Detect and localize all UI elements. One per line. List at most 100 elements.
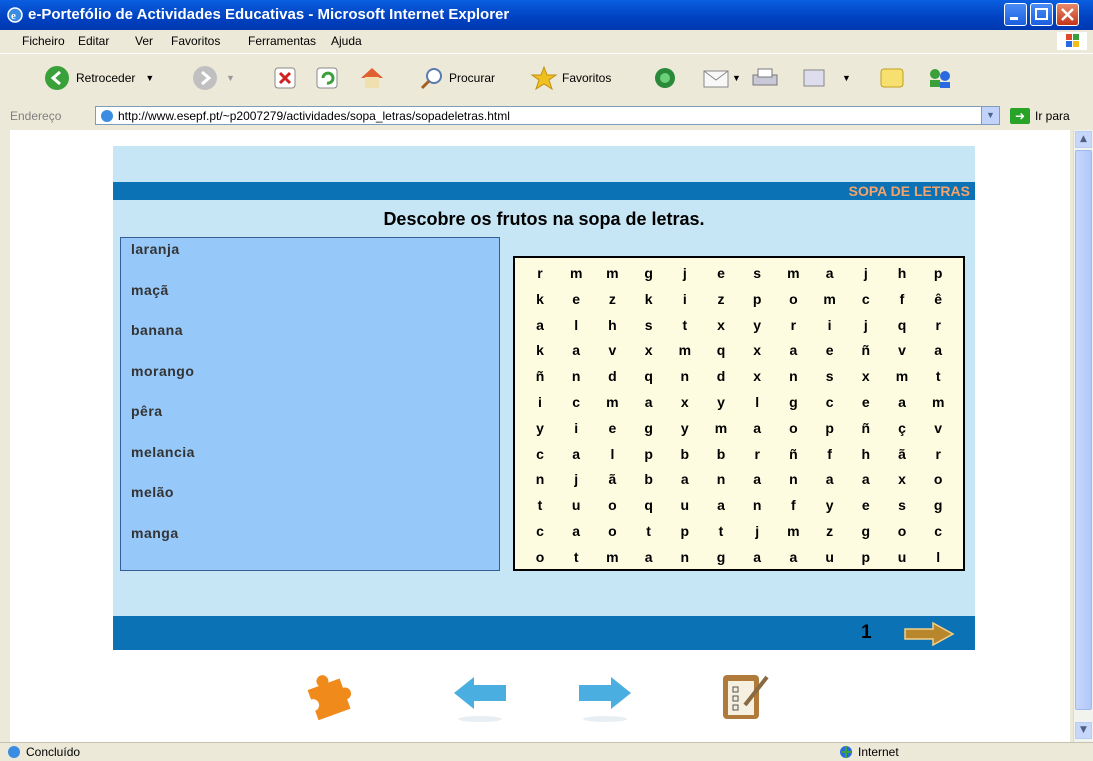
grid-letter[interactable]: o (599, 523, 625, 539)
grid-letter[interactable]: x (708, 317, 734, 333)
grid-letter[interactable]: t (708, 523, 734, 539)
grid-letter[interactable]: e (817, 342, 843, 358)
search-button[interactable]: Procurar (419, 64, 495, 92)
grid-letter[interactable]: g (780, 394, 806, 410)
grid-letter[interactable]: a (672, 471, 698, 487)
grid-letter[interactable]: o (780, 291, 806, 307)
grid-letter[interactable]: x (853, 368, 879, 384)
grid-letter[interactable]: g (708, 549, 734, 565)
grid-letter[interactable]: y (672, 420, 698, 436)
grid-letter[interactable]: k (636, 291, 662, 307)
grid-letter[interactable]: j (853, 317, 879, 333)
grid-letter[interactable]: m (599, 265, 625, 281)
grid-letter[interactable]: r (925, 317, 951, 333)
grid-letter[interactable]: a (708, 497, 734, 513)
go-arrow-icon[interactable]: ➜ (1010, 108, 1030, 124)
stop-button[interactable] (273, 64, 297, 92)
grid-letter[interactable]: m (817, 291, 843, 307)
grid-letter[interactable]: t (925, 368, 951, 384)
scroll-up-icon[interactable]: ▲ (1075, 131, 1092, 148)
grid-letter[interactable]: m (599, 549, 625, 565)
grid-letter[interactable]: t (672, 317, 698, 333)
grid-letter[interactable]: n (672, 549, 698, 565)
grid-letter[interactable]: q (636, 368, 662, 384)
grid-letter[interactable]: l (744, 394, 770, 410)
grid-letter[interactable]: n (744, 497, 770, 513)
next-arrow-icon[interactable] (903, 621, 955, 647)
mail-button[interactable]: ▼ (702, 64, 741, 92)
grid-letter[interactable]: ã (889, 446, 915, 462)
grid-letter[interactable]: a (636, 549, 662, 565)
menu-ver[interactable]: Ver (135, 34, 153, 48)
grid-letter[interactable]: a (744, 420, 770, 436)
grid-letter[interactable]: e (853, 497, 879, 513)
arrow-right-icon[interactable] (575, 665, 635, 725)
grid-letter[interactable]: c (563, 394, 589, 410)
grid-letter[interactable]: s (817, 368, 843, 384)
grid-letter[interactable]: h (853, 446, 879, 462)
grid-letter[interactable]: f (817, 446, 843, 462)
grid-letter[interactable]: d (708, 368, 734, 384)
home-button[interactable] (358, 64, 386, 92)
refresh-button[interactable] (315, 64, 339, 92)
grid-letter[interactable]: ê (925, 291, 951, 307)
grid-letter[interactable]: x (636, 342, 662, 358)
grid-letter[interactable]: m (780, 523, 806, 539)
grid-letter[interactable]: x (889, 471, 915, 487)
scroll-down-icon[interactable]: ▼ (1075, 722, 1092, 739)
grid-letter[interactable]: b (636, 471, 662, 487)
grid-letter[interactable]: r (527, 265, 553, 281)
favorites-button[interactable]: Favoritos (530, 64, 611, 92)
grid-letter[interactable]: o (780, 420, 806, 436)
grid-letter[interactable]: g (636, 420, 662, 436)
grid-letter[interactable]: k (527, 342, 553, 358)
grid-letter[interactable]: p (636, 446, 662, 462)
grid-letter[interactable]: c (527, 523, 553, 539)
grid-letter[interactable]: p (817, 420, 843, 436)
grid-letter[interactable]: g (925, 497, 951, 513)
grid-letter[interactable]: a (780, 549, 806, 565)
grid-letter[interactable]: a (744, 549, 770, 565)
go-button[interactable]: Ir para (1035, 109, 1070, 123)
clipboard-icon[interactable] (715, 665, 775, 725)
grid-letter[interactable]: b (672, 446, 698, 462)
grid-letter[interactable]: j (563, 471, 589, 487)
grid-letter[interactable]: o (925, 471, 951, 487)
menu-ferramentas[interactable]: Ferramentas (248, 34, 316, 48)
grid-letter[interactable]: j (744, 523, 770, 539)
grid-letter[interactable]: v (925, 420, 951, 436)
grid-letter[interactable]: m (925, 394, 951, 410)
puzzle-icon[interactable] (300, 665, 360, 725)
media-button[interactable] (651, 64, 679, 92)
grid-letter[interactable]: t (636, 523, 662, 539)
back-button[interactable]: Retroceder ▼ (44, 64, 154, 92)
grid-letter[interactable]: o (527, 549, 553, 565)
notes-button[interactable] (878, 64, 906, 92)
grid-letter[interactable]: s (744, 265, 770, 281)
grid-letter[interactable]: ã (599, 471, 625, 487)
grid-letter[interactable]: d (599, 368, 625, 384)
grid-letter[interactable]: z (708, 291, 734, 307)
grid-letter[interactable]: r (744, 446, 770, 462)
grid-letter[interactable]: a (780, 342, 806, 358)
grid-letter[interactable]: z (817, 523, 843, 539)
grid-letter[interactable]: j (853, 265, 879, 281)
minimize-button[interactable] (1004, 3, 1027, 26)
grid-letter[interactable]: e (563, 291, 589, 307)
maximize-button[interactable] (1030, 3, 1053, 26)
grid-letter[interactable]: m (599, 394, 625, 410)
grid-letter[interactable]: p (853, 549, 879, 565)
grid-letter[interactable]: h (599, 317, 625, 333)
grid-letter[interactable]: h (889, 265, 915, 281)
grid-letter[interactable]: f (889, 291, 915, 307)
grid-letter[interactable]: ñ (853, 420, 879, 436)
grid-letter[interactable]: u (889, 549, 915, 565)
grid-letter[interactable]: x (744, 368, 770, 384)
grid-letter[interactable]: a (853, 471, 879, 487)
grid-letter[interactable]: n (708, 471, 734, 487)
grid-letter[interactable]: q (636, 497, 662, 513)
grid-letter[interactable]: c (817, 394, 843, 410)
grid-letter[interactable]: g (853, 523, 879, 539)
grid-letter[interactable]: m (708, 420, 734, 436)
grid-letter[interactable]: x (744, 342, 770, 358)
